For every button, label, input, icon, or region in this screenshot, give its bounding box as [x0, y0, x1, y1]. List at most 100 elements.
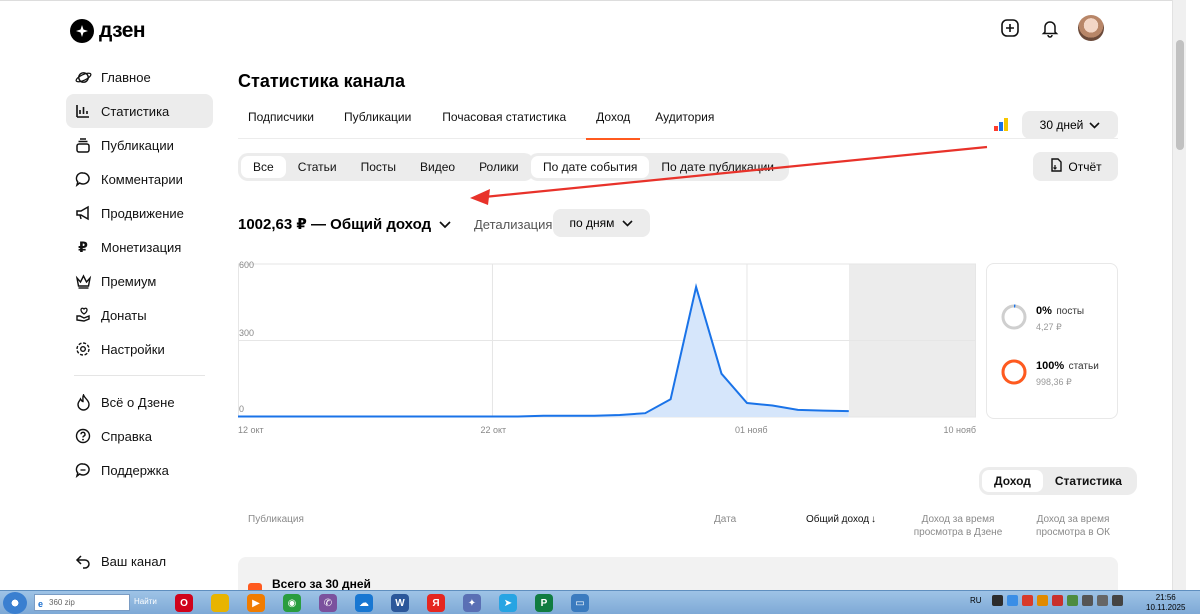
- chart-series-line: [238, 283, 849, 418]
- tray-app-icon[interactable]: [1051, 595, 1063, 606]
- tab-audience[interactable]: Аудитория: [645, 101, 729, 139]
- report-label: Отчёт: [1068, 159, 1102, 174]
- sidebar-item-settings[interactable]: Настройки: [66, 332, 213, 366]
- planet-icon: [74, 68, 92, 86]
- scrollbar-thumb[interactable]: [1176, 40, 1184, 150]
- taskbar-find-button[interactable]: Найти: [134, 597, 157, 606]
- sidebar-item-label: Комментарии: [101, 171, 183, 187]
- tray-app-icon[interactable]: [1066, 595, 1078, 606]
- table-total-row: Всего за 30 дней: [238, 557, 1118, 590]
- breakdown-posts[interactable]: 0% посты 4,27 ₽: [1001, 301, 1084, 333]
- tab-income[interactable]: Доход: [586, 101, 645, 140]
- sidebar-item-comments[interactable]: Комментарии: [66, 162, 213, 196]
- tab-hourly[interactable]: Почасовая статистика: [432, 101, 581, 139]
- folder-icon: [211, 594, 229, 612]
- app-window: дзен Главное Статистика Публикации Комме…: [0, 0, 1186, 590]
- period-dropdown[interactable]: 30 дней: [1022, 111, 1118, 139]
- taskbar-app-button[interactable]: ◉: [275, 593, 309, 613]
- toggle-income[interactable]: Доход: [982, 470, 1043, 492]
- col-publication[interactable]: Публикация: [248, 513, 304, 526]
- media-icon: ▶: [247, 594, 265, 612]
- donut-arc: [1001, 359, 1027, 385]
- sidebar-item-monetization[interactable]: ₽ Монетизация: [66, 230, 213, 264]
- taskbar-app-button[interactable]: ▭: [563, 593, 597, 613]
- filter-by-event-date[interactable]: По дате события: [531, 156, 650, 178]
- tray-app-icon[interactable]: [1111, 595, 1123, 606]
- tray-app-icon[interactable]: [1096, 595, 1108, 606]
- detail-dropdown[interactable]: по дням: [553, 209, 650, 237]
- sidebar-item-donations[interactable]: Донаты: [66, 298, 213, 332]
- x-tick-label: 10 нояб: [943, 425, 976, 435]
- taskbar-app-button[interactable]: P: [527, 593, 561, 613]
- taskbar-app-button[interactable]: O: [167, 593, 201, 613]
- sidebar-item-your-channel[interactable]: Ваш канал: [66, 544, 166, 578]
- y-tick-label: 600: [239, 260, 255, 270]
- opera-icon: O: [175, 594, 193, 612]
- date-basis-filter: По дате события По дате публикации: [528, 153, 789, 181]
- filter-by-publication-date[interactable]: По дате публикации: [649, 156, 786, 178]
- tray-app-icon[interactable]: [1081, 595, 1093, 606]
- taskbar-app-button[interactable]: ☁: [347, 593, 381, 613]
- vertical-scrollbar[interactable]: [1172, 0, 1186, 590]
- tray-app-icon[interactable]: [1021, 595, 1033, 606]
- language-indicator[interactable]: RU: [970, 596, 982, 605]
- sidebar-item-label: Публикации: [101, 137, 174, 153]
- sidebar-item-publications[interactable]: Публикации: [66, 128, 213, 162]
- taskbar-app-button[interactable]: W: [383, 593, 417, 613]
- bell-icon[interactable]: [1038, 16, 1062, 40]
- sidebar-item-label: Продвижение: [101, 205, 184, 221]
- y-tick-label: 300: [239, 327, 255, 338]
- tray-app-icon[interactable]: [991, 595, 1003, 606]
- taskbar-app-button[interactable]: Я: [419, 593, 453, 613]
- stats-tabs: Подписчики Публикации Почасовая статисти…: [238, 101, 1118, 140]
- dzen-logo[interactable]: дзен: [70, 19, 146, 43]
- tab-subscribers[interactable]: Подписчики: [238, 101, 329, 139]
- filter-articles[interactable]: Статьи: [286, 156, 349, 178]
- sidebar-channel: Ваш канал: [66, 544, 166, 578]
- colored-bars-icon[interactable]: [994, 118, 1008, 131]
- taskbar-app-button[interactable]: [203, 593, 237, 613]
- breakdown-articles[interactable]: 100% статьи 998,36 ₽: [1001, 356, 1099, 388]
- taskbar-app-button[interactable]: ✆: [311, 593, 345, 613]
- total-income[interactable]: 1002,63 ₽ — Общий доход: [238, 215, 451, 233]
- col-total[interactable]: Общий доход ↓: [806, 513, 876, 526]
- avatar[interactable]: [1078, 15, 1104, 41]
- sidebar-item-label: Настройки: [101, 341, 165, 357]
- filter-shorts[interactable]: Ролики: [467, 156, 531, 178]
- gear-icon: [74, 340, 92, 358]
- report-icon: [1049, 157, 1063, 176]
- taskbar-app-button[interactable]: ➤: [491, 593, 525, 613]
- income-breakdown-card: 0% посты 4,27 ₽ 100% статьи 998,36 ₽: [986, 263, 1118, 419]
- filter-posts[interactable]: Посты: [349, 156, 408, 178]
- taskbar-app-button[interactable]: ▶: [239, 593, 273, 613]
- toggle-statistics[interactable]: Статистика: [1043, 470, 1134, 492]
- col-date[interactable]: Дата: [714, 513, 736, 526]
- plus-circle-icon[interactable]: [998, 16, 1022, 40]
- total-row-marker: [248, 583, 262, 590]
- sidebar-item-statistics[interactable]: Статистика: [66, 94, 213, 128]
- taskbar-app-button[interactable]: ✦: [455, 593, 489, 613]
- sidebar: Главное Статистика Публикации Комментари…: [66, 60, 213, 487]
- report-button[interactable]: Отчёт: [1033, 152, 1118, 181]
- sidebar-item-premium[interactable]: Премиум: [66, 264, 213, 298]
- start-button[interactable]: [3, 592, 27, 614]
- taskbar-search-input[interactable]: e 360 zip: [34, 594, 130, 611]
- tray-app-icon[interactable]: [1006, 595, 1018, 606]
- col-zen-time[interactable]: Доход за время просмотра в Дзене: [908, 513, 1008, 539]
- taskbar-clock[interactable]: 21:56 10.11.2025: [1146, 593, 1185, 613]
- sidebar-item-main[interactable]: Главное: [66, 60, 213, 94]
- chevron-down-icon: [1089, 118, 1100, 132]
- viber-icon: ✆: [319, 594, 337, 612]
- table-view-toggle: Доход Статистика: [979, 467, 1137, 495]
- sidebar-item-about[interactable]: Всё о Дзене: [66, 385, 213, 419]
- col-ok-time[interactable]: Доход за время просмотра в ОК: [1028, 513, 1118, 539]
- sidebar-item-support[interactable]: Поддержка: [66, 453, 213, 487]
- income-chart: 600 300 0 12 окт 22 окт 01 нояб 10 нояб: [238, 253, 976, 443]
- filter-video[interactable]: Видео: [408, 156, 467, 178]
- filter-all[interactable]: Все: [241, 156, 286, 178]
- sidebar-item-help[interactable]: Справка: [66, 419, 213, 453]
- tray-app-icon[interactable]: [1036, 595, 1048, 606]
- tab-publications[interactable]: Публикации: [334, 101, 426, 139]
- taskbar-search-text: 360 zip: [49, 598, 75, 607]
- sidebar-item-promotion[interactable]: Продвижение: [66, 196, 213, 230]
